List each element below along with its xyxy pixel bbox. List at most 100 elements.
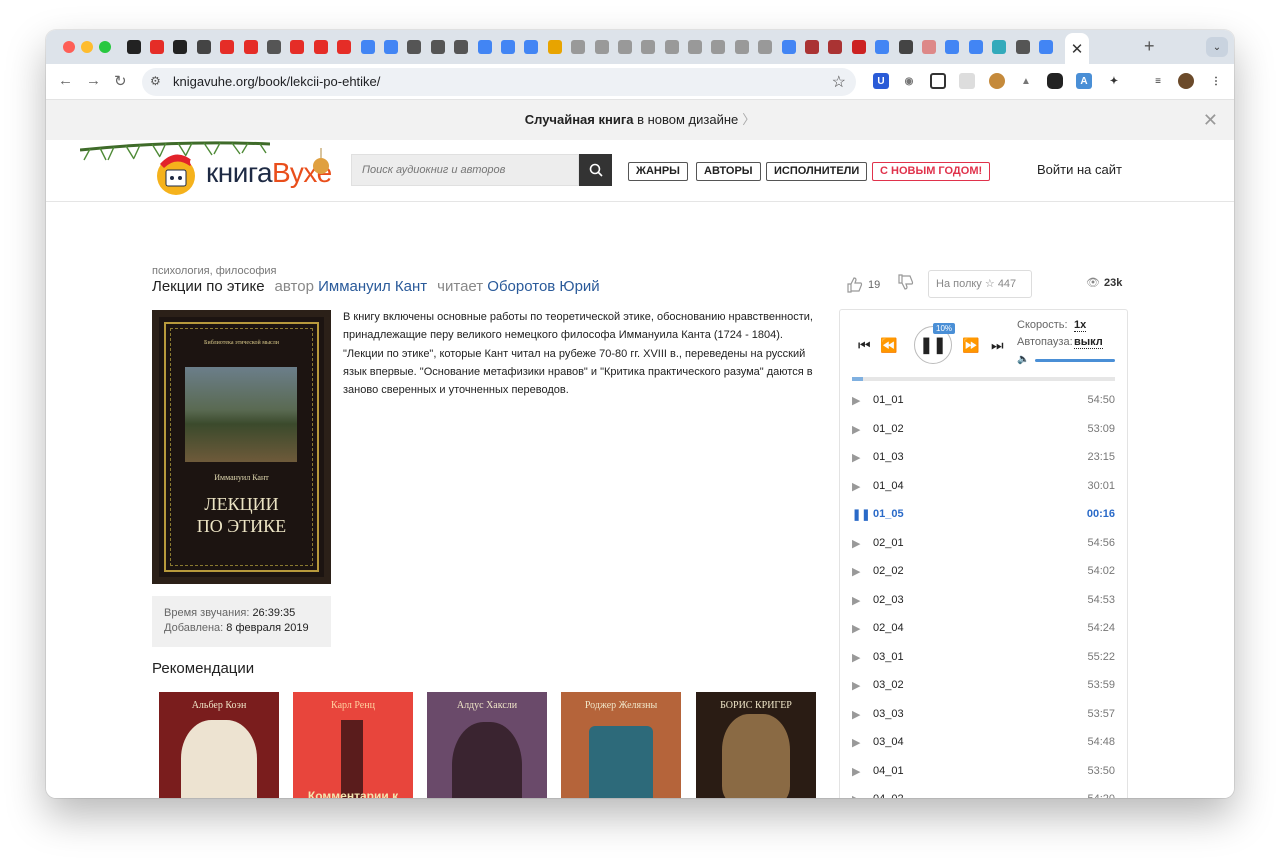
track-row[interactable]: ▶ 03_02 53:59 — [840, 671, 1127, 700]
address-bar[interactable]: ⚙ knigavuhe.org/book/lekcii-po-ehtike/ ☆ — [142, 68, 856, 96]
pinned-tab-5[interactable] — [216, 38, 239, 56]
author-link[interactable]: Иммануил Кант — [318, 278, 427, 295]
extension-ghost-icon[interactable] — [1047, 73, 1063, 89]
volume-slider[interactable] — [1035, 359, 1115, 362]
track-row[interactable]: ▶ 01_02 53:09 — [840, 415, 1127, 444]
pinned-tab-11[interactable] — [356, 38, 379, 56]
pinned-tab-33[interactable] — [871, 38, 894, 56]
pinned-tab-32[interactable] — [847, 38, 870, 56]
pinned-tab-4[interactable] — [192, 38, 215, 56]
pinned-tab-20[interactable] — [566, 38, 589, 56]
recommendation-card[interactable]: БОРИС КРИГЕРКОНЦЕПЦИЯ РАЗДЕЛЕНИЯ — [696, 692, 816, 798]
banner-close-icon[interactable]: ✕ — [1203, 100, 1218, 140]
extension-blank-icon[interactable] — [959, 73, 975, 89]
pinned-tab-35[interactable] — [917, 38, 940, 56]
minimize-window-button[interactable] — [81, 41, 93, 53]
url-text[interactable]: knigavuhe.org/book/lekcii-po-ehtike/ — [173, 74, 380, 89]
play-icon[interactable]: ▶ — [852, 708, 860, 721]
play-icon[interactable]: ▶ — [852, 394, 860, 407]
pinned-tab-31[interactable] — [824, 38, 847, 56]
track-row[interactable]: ▶ 01_03 23:15 — [840, 443, 1127, 472]
next-track-icon[interactable]: ⏭ — [991, 337, 1004, 354]
pinned-tab-1[interactable] — [122, 38, 145, 56]
pinned-tab-25[interactable] — [683, 38, 706, 56]
extensions-puzzle-icon[interactable]: ✦ — [1106, 73, 1122, 89]
picture-in-picture-icon[interactable] — [930, 73, 946, 89]
track-row[interactable]: ▶ 02_03 54:53 — [840, 586, 1127, 615]
active-tab[interactable]: ✕ — [1065, 33, 1089, 64]
nav-readers[interactable]: ИСПОЛНИТЕЛИ — [766, 162, 868, 181]
play-icon[interactable]: ▶ — [852, 736, 860, 749]
pinned-tab-9[interactable] — [309, 38, 332, 56]
pinned-tab-34[interactable] — [894, 38, 917, 56]
tab-search-button[interactable]: ⌄ — [1206, 37, 1228, 57]
pinned-tab-14[interactable] — [426, 38, 449, 56]
play-icon[interactable]: ▶ — [852, 679, 860, 692]
play-icon[interactable]: ▶ — [852, 651, 860, 664]
login-link[interactable]: Войти на сайт — [1037, 162, 1122, 177]
add-to-shelf-button[interactable]: На полку ☆ 447 — [928, 270, 1032, 298]
search-input[interactable] — [352, 155, 578, 185]
new-tab-button[interactable]: + — [1144, 36, 1155, 57]
play-icon[interactable]: ▶ — [852, 480, 860, 493]
like-button[interactable]: 19 — [846, 276, 880, 293]
track-row[interactable]: ▶ 04_02 54:20 — [840, 785, 1127, 798]
autopause-toggle[interactable]: выкл — [1074, 336, 1103, 349]
nav-genres[interactable]: ЖАНРЫ — [628, 162, 688, 181]
camera-icon[interactable]: ◉ — [901, 73, 917, 89]
track-row[interactable]: ▶ 02_04 54:24 — [840, 614, 1127, 643]
pinned-tab-7[interactable] — [262, 38, 285, 56]
track-row[interactable]: ▶ 03_01 55:22 — [840, 643, 1127, 672]
play-icon[interactable]: ▶ — [852, 423, 860, 436]
book-genres[interactable]: психология, философия — [152, 265, 277, 277]
pinned-tab-38[interactable] — [987, 38, 1010, 56]
pinned-tab-39[interactable] — [1011, 38, 1034, 56]
track-row[interactable]: ▶ 01_04 30:01 — [840, 472, 1127, 501]
translate-icon[interactable]: A — [1076, 73, 1092, 89]
site-logo[interactable]: книгаВухе — [154, 148, 334, 196]
pinned-tab-18[interactable] — [520, 38, 543, 56]
recommendation-card[interactable]: Роджер ЖелязныАмбер — [561, 692, 681, 798]
pinned-tab-15[interactable] — [449, 38, 472, 56]
pinned-tab-10[interactable] — [333, 38, 356, 56]
fast-forward-icon[interactable]: ⏩ — [962, 337, 979, 354]
pinned-tab-8[interactable] — [286, 38, 309, 56]
pinned-tab-22[interactable] — [613, 38, 636, 56]
pinned-tab-26[interactable] — [707, 38, 730, 56]
pinned-tab-36[interactable] — [941, 38, 964, 56]
rewind-icon[interactable]: ⏪ — [880, 337, 897, 354]
pinned-tab-30[interactable] — [800, 38, 823, 56]
play-icon[interactable]: ▶ — [852, 451, 860, 464]
track-row[interactable]: ▶ 03_04 54:48 — [840, 728, 1127, 757]
speed-select[interactable]: 1x — [1074, 319, 1087, 332]
recommendation-card[interactable]: Алдус ХакслиПуть — [427, 692, 547, 798]
play-icon[interactable]: ▶ — [852, 594, 860, 607]
pinned-tab-27[interactable] — [730, 38, 753, 56]
pinned-tab-24[interactable] — [660, 38, 683, 56]
track-row[interactable]: ▶ 02_01 54:56 — [840, 529, 1127, 558]
pinned-tab-28[interactable] — [754, 38, 777, 56]
pinned-tab-40[interactable] — [1034, 38, 1057, 56]
track-row[interactable]: ❚❚ 01_05 00:16 — [840, 500, 1127, 529]
pinned-tab-3[interactable] — [169, 38, 192, 56]
track-row[interactable]: ▶ 01_01 54:50 — [840, 386, 1127, 415]
close-window-button[interactable] — [63, 41, 75, 53]
playback-progress[interactable] — [852, 377, 1115, 381]
extension-u-icon[interactable]: U — [873, 73, 889, 89]
forward-icon[interactable]: → — [86, 72, 101, 89]
tab-close-icon[interactable]: ✕ — [1071, 40, 1084, 58]
pinned-tab-2[interactable] — [145, 38, 168, 56]
profile-avatar[interactable] — [1178, 73, 1194, 89]
search-button[interactable] — [579, 154, 612, 186]
bookmark-star-icon[interactable]: ☆ — [832, 72, 846, 92]
pinned-tab-19[interactable] — [543, 38, 566, 56]
dislike-button[interactable] — [897, 274, 914, 295]
new-design-banner[interactable]: Случайная книга в новом дизайне 〉 ✕ — [46, 100, 1234, 140]
play-icon[interactable]: ▶ — [852, 793, 860, 798]
browser-menu-icon[interactable]: ⋮ — [1208, 73, 1224, 89]
nav-new-year[interactable]: С НОВЫМ ГОДОМ! — [872, 162, 991, 181]
previous-track-icon[interactable]: ⏮ — [858, 337, 871, 354]
play-icon[interactable]: ▶ — [852, 622, 860, 635]
pinned-tab-16[interactable] — [473, 38, 496, 56]
play-icon[interactable]: ▶ — [852, 537, 860, 550]
